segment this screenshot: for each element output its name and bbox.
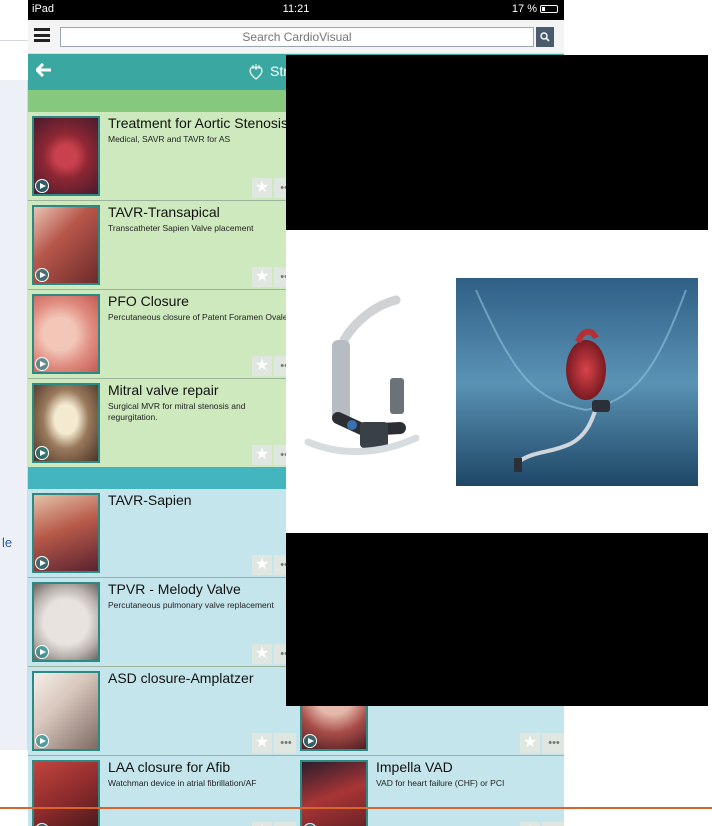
item-title: Treatment for Aortic Stenosis [108, 115, 288, 131]
item-description: Transcatheter Sapien Valve placement [108, 223, 254, 233]
search-bar [28, 20, 564, 54]
background-slide-panel [0, 80, 28, 750]
more-icon[interactable]: ••• [274, 822, 296, 826]
item-title: TPVR - Melody Valve [108, 581, 241, 597]
thumbnail [300, 760, 368, 826]
list-item[interactable]: PFO Closure Percutaneous closure of Pate… [28, 290, 296, 378]
status-time: 11:21 [282, 3, 310, 15]
play-icon[interactable] [35, 179, 49, 193]
more-icon[interactable]: ••• [274, 733, 296, 753]
item-description: Percutaneous pulmonary valve replacement [108, 600, 274, 610]
star-icon[interactable]: ★ [252, 733, 272, 753]
item-description: VAD for heart failure (CHF) or PCI [376, 778, 505, 788]
thumbnail [32, 582, 100, 662]
list-item[interactable]: Mitral valve repair Surgical MVR for mit… [28, 379, 296, 467]
play-icon[interactable] [303, 734, 317, 748]
item-description: Surgical MVR for mitral stenosis and reg… [108, 401, 246, 422]
list-item[interactable]: TPVR - Melody Valve Percutaneous pulmona… [28, 578, 296, 666]
more-icon[interactable]: ••• [542, 733, 564, 753]
thumbnail [32, 383, 100, 463]
item-title: TAVR-Sapien [108, 492, 192, 508]
star-icon[interactable]: ★ [252, 267, 272, 287]
battery-percent: 17 % [511, 3, 537, 15]
play-icon[interactable] [35, 446, 49, 460]
more-icon[interactable]: ••• [542, 822, 564, 826]
row-divider [28, 755, 564, 756]
list-item[interactable]: TAVR-Transapical Transcatheter Sapien Va… [28, 201, 296, 289]
thumbnail [32, 294, 100, 374]
star-icon[interactable]: ★ [252, 822, 272, 826]
item-title: Mitral valve repair [108, 382, 219, 398]
heart-hand-icon [248, 63, 264, 84]
star-icon[interactable]: ★ [252, 356, 272, 376]
list-item[interactable]: ASD closure-Amplatzer ★ ••• [28, 667, 296, 755]
item-description: Watchman device in atrial fibrillation/A… [108, 778, 257, 788]
star-icon[interactable]: ★ [252, 445, 272, 465]
thumbnail [32, 205, 100, 285]
play-icon[interactable] [35, 357, 49, 371]
star-icon[interactable]: ★ [520, 733, 540, 753]
video-player[interactable] [286, 55, 708, 706]
star-icon[interactable]: ★ [252, 555, 272, 575]
menu-icon[interactable] [34, 28, 50, 42]
list-item[interactable]: TAVR-Sapien ★ ••• [28, 489, 296, 577]
battery-indicator: 17 % [512, 3, 558, 15]
item-title: Impella VAD [376, 759, 453, 775]
status-bar: iPad 11:21 17 % [28, 0, 564, 20]
item-title: TAVR-Transapical [108, 204, 220, 220]
background-slide-text: le [2, 535, 13, 550]
list-item[interactable]: LAA closure for Afib Watchman device in … [28, 756, 296, 826]
battery-icon [540, 5, 558, 13]
thumbnail [32, 116, 100, 196]
thumbnail [32, 760, 100, 826]
video-frame [286, 230, 708, 533]
search-icon[interactable] [536, 27, 554, 47]
star-icon[interactable]: ★ [252, 178, 272, 198]
screen: le iPad 11:21 17 % St [0, 0, 712, 826]
item-title: ASD closure-Amplatzer [108, 670, 254, 686]
play-icon[interactable] [35, 268, 49, 282]
play-icon[interactable] [35, 734, 49, 748]
vad-device-illustration [304, 278, 698, 486]
list-item[interactable]: Treatment for Aortic Stenosis Medical, S… [28, 112, 296, 200]
background-divider [0, 40, 28, 41]
thumbnail [32, 671, 100, 751]
thumbnail [32, 493, 100, 573]
search-input[interactable] [60, 27, 534, 47]
back-arrow-icon[interactable] [34, 61, 52, 82]
star-icon[interactable]: ★ [520, 822, 540, 826]
list-item[interactable]: Impella VAD VAD for heart failure (CHF) … [296, 756, 564, 826]
item-description: Percutaneous closure of Patent Foramen O… [108, 312, 288, 322]
star-icon[interactable]: ★ [252, 644, 272, 664]
item-title: PFO Closure [108, 293, 189, 309]
nav-title: Str [248, 63, 288, 84]
item-description: Medical, SAVR and TAVR for AS [108, 134, 231, 144]
play-icon[interactable] [35, 645, 49, 659]
play-icon[interactable] [35, 556, 49, 570]
item-title: LAA closure for Afib [108, 759, 231, 775]
background-slide-rule [0, 807, 712, 809]
